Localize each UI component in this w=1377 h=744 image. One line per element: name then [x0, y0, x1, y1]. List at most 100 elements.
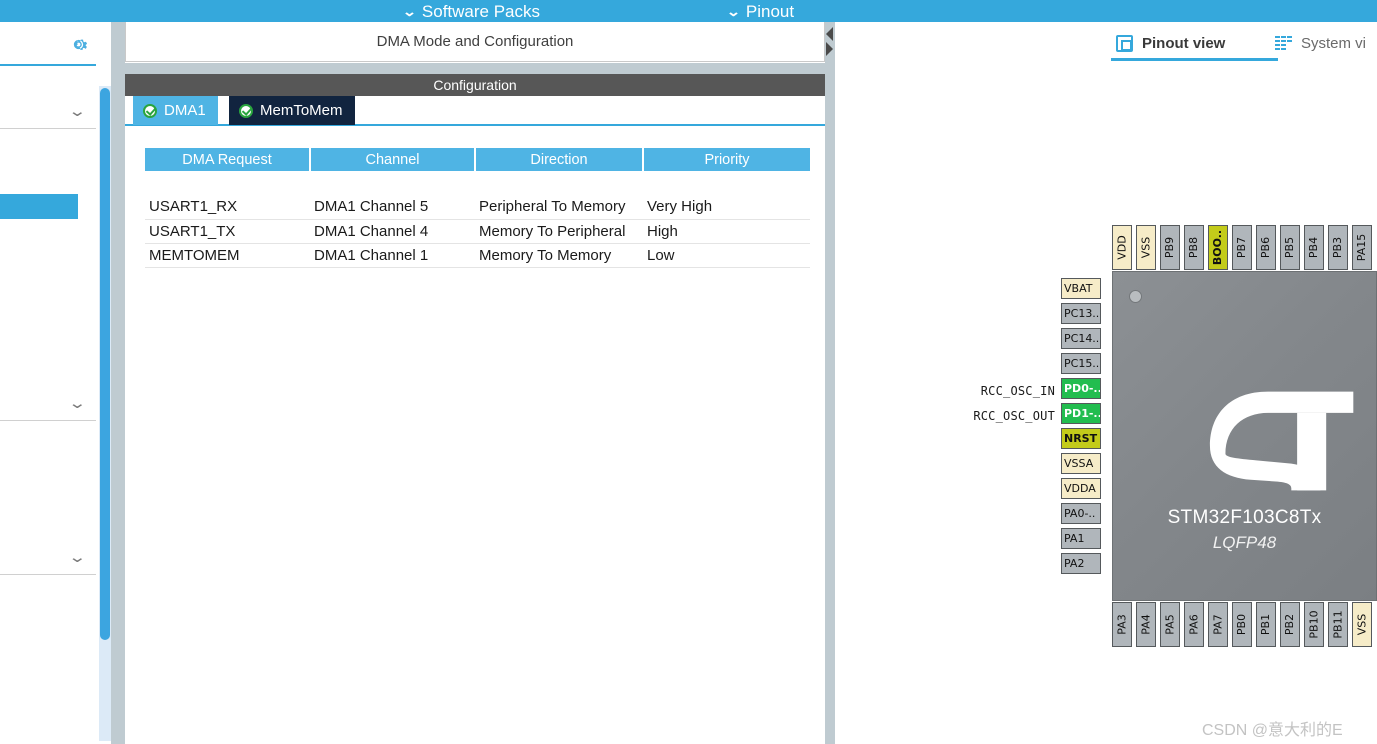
- sidebar-scrollbar-thumb[interactable]: [100, 88, 110, 640]
- pin-label: PA0-..: [1064, 507, 1096, 520]
- pin-bottom-6[interactable]: PB1: [1256, 602, 1276, 647]
- pin-top-0[interactable]: VDD: [1112, 225, 1132, 270]
- cell-priority: High: [643, 219, 810, 244]
- menu-software-packs[interactable]: ⌄ Software Packs: [402, 0, 540, 22]
- pin-label: NRST: [1064, 432, 1098, 445]
- column-header-direction[interactable]: Direction: [475, 148, 644, 171]
- table-row[interactable]: USART1_RX DMA1 Channel 5 Peripheral To M…: [145, 195, 810, 220]
- tab-dma1[interactable]: DMA1: [133, 96, 218, 125]
- pin-left-11[interactable]: PA2: [1061, 553, 1101, 574]
- splitter-collapse-controls[interactable]: [826, 27, 833, 56]
- sidebar-right-edge: [111, 22, 125, 744]
- column-header-dma-request[interactable]: DMA Request: [145, 148, 311, 171]
- pin-label: PB8: [1187, 236, 1201, 259]
- pin-bottom-1[interactable]: PA4: [1136, 602, 1156, 647]
- pin-bottom-9[interactable]: PB11: [1328, 602, 1348, 647]
- chip-name: STM32F103C8Tx: [1167, 507, 1322, 528]
- pin-bottom-0[interactable]: PA3: [1112, 602, 1132, 647]
- pin-label: PA6: [1187, 614, 1201, 635]
- stm32cubemx-window: ⌄ Software Packs ⌄ Pinout ⌄ ⌄ ⌄ DMA Mode…: [0, 0, 1377, 744]
- pin-top-5[interactable]: PB7: [1232, 225, 1252, 270]
- pin-top-4[interactable]: BOO..: [1208, 225, 1228, 270]
- cell-dma-request: MEMTOMEM: [145, 243, 310, 268]
- pin-bottom-10[interactable]: VSS: [1352, 602, 1372, 647]
- column-header-priority[interactable]: Priority: [643, 148, 810, 171]
- chevron-down-icon: ⌄: [68, 549, 88, 566]
- pin-left-8[interactable]: VDDA: [1061, 478, 1101, 499]
- pin-top-7[interactable]: PB5: [1280, 225, 1300, 270]
- triangle-right-icon[interactable]: [826, 42, 833, 56]
- pin-label: VSS: [1355, 613, 1369, 636]
- pin-top-9[interactable]: PB3: [1328, 225, 1348, 270]
- pin-label: BOO..: [1211, 229, 1225, 266]
- cell-direction: Peripheral To Memory: [475, 195, 643, 220]
- cell-channel: DMA1 Channel 4: [310, 219, 475, 244]
- categories-sidebar: ⌄ ⌄ ⌄: [0, 22, 96, 744]
- pin-left-3[interactable]: PC15..: [1061, 353, 1101, 374]
- configuration-tabstrip: DMA1 MemToMem: [125, 96, 825, 126]
- panel-divider: [125, 63, 825, 74]
- pin-label: PC13..: [1064, 307, 1100, 320]
- column-header-channel[interactable]: Channel: [310, 148, 476, 171]
- pin-label: VBAT: [1064, 282, 1093, 295]
- chevron-down-icon: ⌄: [68, 103, 88, 120]
- triangle-left-icon[interactable]: [826, 27, 833, 41]
- pin-bottom-4[interactable]: PA7: [1208, 602, 1228, 647]
- sidebar-group-1[interactable]: ⌄: [0, 95, 96, 129]
- chip-package: LQFP48: [1212, 533, 1277, 552]
- chip-body[interactable]: STM32F103C8Tx LQFP48: [1112, 271, 1377, 601]
- pin-bottom-2[interactable]: PA5: [1160, 602, 1180, 647]
- pin-left-7[interactable]: VSSA: [1061, 453, 1101, 474]
- pin-left-2[interactable]: PC14..: [1061, 328, 1101, 349]
- top-menu-bar: ⌄ Software Packs ⌄ Pinout: [0, 0, 1377, 22]
- watermark: CSDN @意大利的E: [1202, 722, 1343, 739]
- pin-top-8[interactable]: PB4: [1304, 225, 1324, 270]
- pin-label: VSSA: [1064, 457, 1094, 470]
- pin-top-10[interactable]: PA15: [1352, 225, 1372, 270]
- pin-label: PB1: [1259, 613, 1273, 636]
- sidebar-item-selected[interactable]: [0, 194, 78, 219]
- dma-request-table[interactable]: DMA Request Channel Direction Priority U…: [145, 148, 810, 268]
- check-circle-icon: [143, 103, 157, 118]
- pin-top-2[interactable]: PB9: [1160, 225, 1180, 270]
- pin-left-0[interactable]: VBAT: [1061, 278, 1101, 299]
- configuration-section-header: Configuration: [125, 74, 825, 96]
- chevron-down-icon: ⌄: [68, 395, 88, 412]
- panel-splitter[interactable]: [825, 22, 835, 744]
- pin-label: VDD: [1115, 235, 1129, 260]
- gear-icon[interactable]: [68, 34, 89, 55]
- pin-label: PB10: [1307, 610, 1321, 639]
- chevron-down-icon: ⌄: [726, 3, 741, 19]
- pin-label: PD0-..: [1064, 382, 1101, 395]
- pin-bottom-5[interactable]: PB0: [1232, 602, 1252, 647]
- pin-left-5[interactable]: PD1-..: [1061, 403, 1101, 424]
- tab-memtomem[interactable]: MemToMem: [229, 96, 355, 125]
- pin-label: PB5: [1283, 236, 1297, 259]
- pin-left-9[interactable]: PA0-..: [1061, 503, 1101, 524]
- pin-label: PB4: [1307, 236, 1321, 259]
- cell-channel: DMA1 Channel 5: [310, 195, 475, 220]
- menu-pinout[interactable]: ⌄ Pinout: [726, 0, 794, 22]
- pin-label: PD1-..: [1064, 407, 1101, 420]
- chip-diagram[interactable]: VDD VSS PB9 PB8 BOO.. PB7 PB6 PB5 PB4 PB…: [835, 22, 1377, 744]
- pin-label: PA3: [1115, 614, 1129, 635]
- table-row[interactable]: MEMTOMEM DMA1 Channel 1 Memory To Memory…: [145, 243, 810, 268]
- table-row[interactable]: USART1_TX DMA1 Channel 4 Memory To Perip…: [145, 219, 810, 244]
- tab-memtomem-label: MemToMem: [260, 102, 343, 119]
- pin-left-6[interactable]: NRST: [1061, 428, 1101, 449]
- pin-left-1[interactable]: PC13..: [1061, 303, 1101, 324]
- pin-bottom-8[interactable]: PB10: [1304, 602, 1324, 647]
- pin-top-6[interactable]: PB6: [1256, 225, 1276, 270]
- pin-label: PB2: [1283, 613, 1297, 636]
- pin-label: PB7: [1235, 236, 1249, 259]
- pin-bottom-3[interactable]: PA6: [1184, 602, 1204, 647]
- pin-bottom-7[interactable]: PB2: [1280, 602, 1300, 647]
- pin-left-4[interactable]: PD0-..: [1061, 378, 1101, 399]
- sidebar-group-2[interactable]: ⌄: [0, 387, 96, 421]
- pin-label: PB0: [1235, 613, 1249, 636]
- pin-label: PB3: [1331, 236, 1345, 259]
- pin-top-3[interactable]: PB8: [1184, 225, 1204, 270]
- pin-top-1[interactable]: VSS: [1136, 225, 1156, 270]
- sidebar-group-3[interactable]: ⌄: [0, 541, 96, 575]
- pin-left-10[interactable]: PA1: [1061, 528, 1101, 549]
